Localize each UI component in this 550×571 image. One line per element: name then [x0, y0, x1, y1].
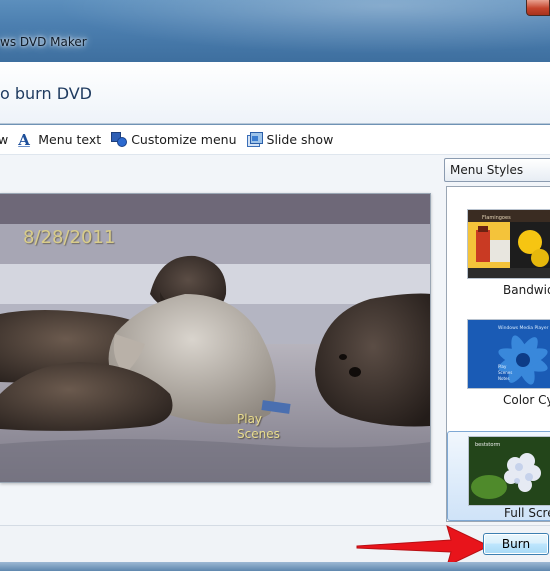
window-title: ws DVD Maker: [0, 35, 87, 49]
thumb2-menu-scenes: Scenes: [498, 370, 512, 375]
style-thumbnail: beststorm: [468, 436, 550, 506]
play-label: Play: [237, 412, 263, 426]
page-header: o burn DVD: [0, 62, 550, 124]
menu-date-text: 8/28/2011: [23, 227, 116, 248]
preview-button[interactable]: w: [0, 132, 8, 147]
scenes-label: Scenes: [237, 427, 280, 441]
style-label: Full Scree: [504, 506, 550, 520]
customize-menu-button[interactable]: Customize menu: [111, 131, 237, 148]
close-icon[interactable]: [526, 0, 550, 16]
style-label: Color Cyc: [503, 393, 550, 407]
style-item-bandwidth[interactable]: Flamingoes Bandwidt: [447, 205, 550, 305]
slide-show-icon: [246, 131, 263, 148]
customize-menu-icon: [111, 131, 128, 148]
style-thumbnail: Windows Media Player Play Scenes Notes: [467, 319, 550, 389]
thumb2-caption: Windows Media Player: [498, 325, 549, 331]
slide-show-label: Slide show: [266, 132, 334, 147]
style-item-color-cycle[interactable]: Windows Media Player Play Scenes Notes C…: [447, 315, 550, 415]
play-scenes-link[interactable]: Play Scenes: [237, 412, 280, 442]
menu-styles-dropdown[interactable]: Menu Styles: [444, 158, 550, 182]
menu-text-button[interactable]: A Menu text: [18, 132, 101, 148]
style-label: Bandwidt: [503, 283, 550, 297]
title-bar: ws DVD Maker: [0, 0, 550, 62]
menu-styles-list: Flamingoes Bandwidt: [446, 186, 550, 522]
thumb3-caption: beststorm: [475, 442, 500, 448]
style-thumbnail: Flamingoes: [467, 209, 550, 279]
menu-text-label: Menu text: [38, 132, 102, 147]
slide-show-button[interactable]: Slide show: [246, 131, 334, 148]
customize-menu-label: Customize menu: [131, 132, 237, 147]
window-bottom-edge: [0, 562, 550, 571]
title-glow: [0, 0, 550, 62]
thumb2-menu-notes: Notes: [498, 376, 510, 381]
style-item-full-screen[interactable]: beststorm Full Scree: [447, 431, 550, 521]
menu-preview: 8/28/2011 Play Scenes: [0, 193, 431, 483]
page-title: o burn DVD: [0, 84, 92, 103]
toolbar: w A Menu text Customize menu Slide show: [0, 125, 550, 155]
preview-label: w: [0, 132, 9, 147]
thumb1-caption: Flamingoes: [482, 215, 511, 221]
burn-button[interactable]: Burn: [483, 533, 549, 555]
thumb2-menu-play: Play: [498, 364, 507, 369]
menu-text-icon: A: [18, 130, 30, 149]
